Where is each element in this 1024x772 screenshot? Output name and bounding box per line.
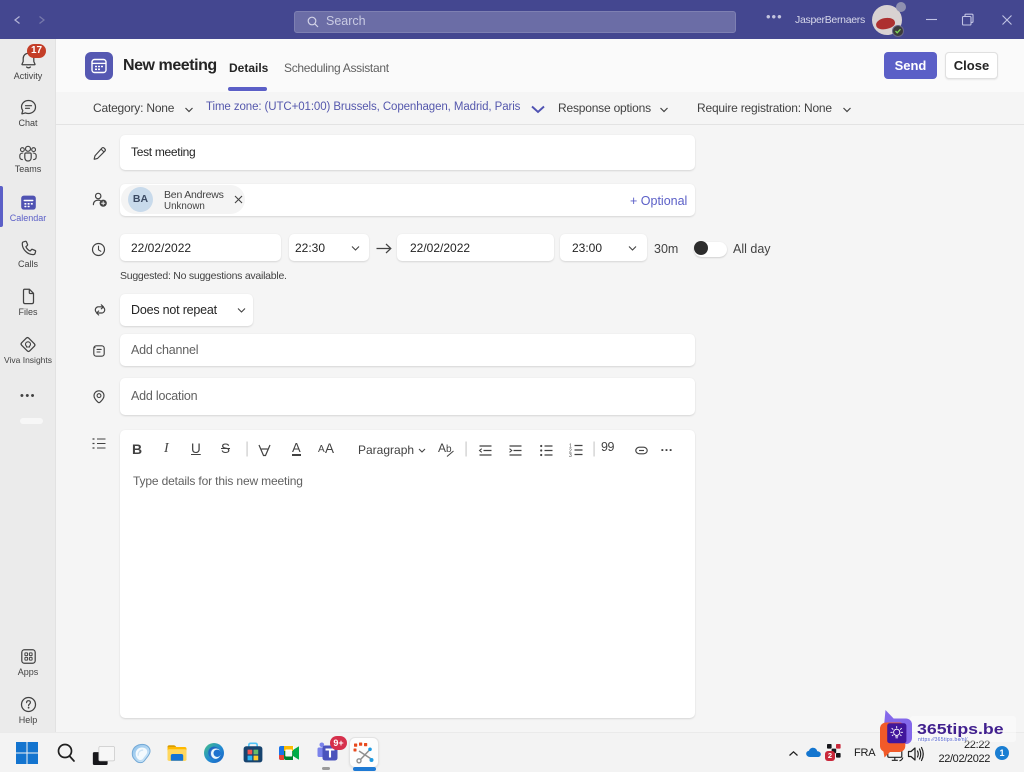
svg-text:3: 3 — [569, 453, 572, 457]
